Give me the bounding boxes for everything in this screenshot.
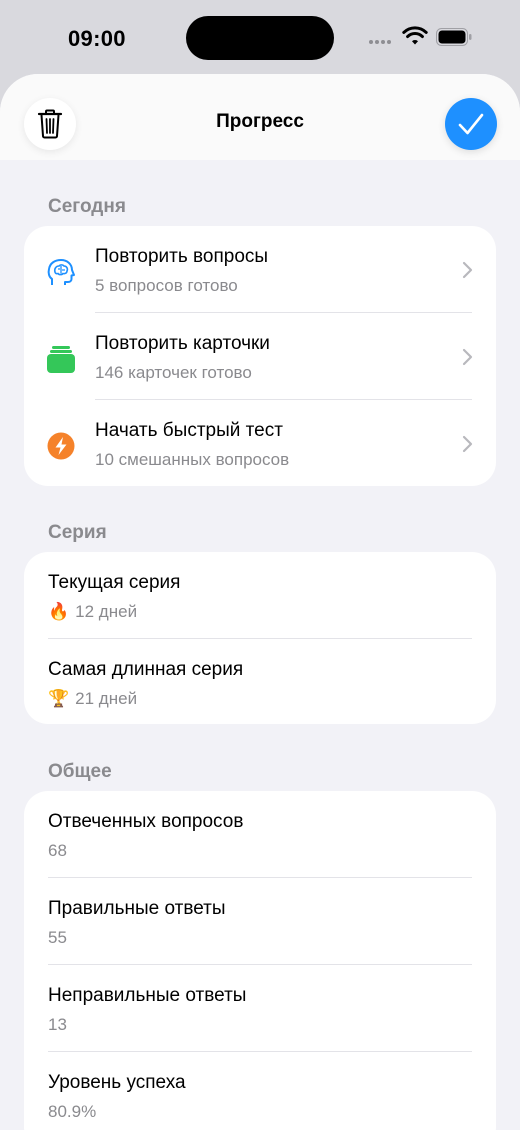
general-card: Отвеченных вопросов 68 Правильные ответы…: [24, 791, 496, 1130]
done-button[interactable]: [445, 98, 497, 150]
progress-sheet: Прогресс Сегодня Повторить вопросы 5 воп…: [0, 74, 520, 1130]
row-value: 🏆 21 дней: [48, 689, 138, 709]
current-streak-row: Текущая серия 🔥 12 дней: [24, 552, 496, 639]
chevron-right-icon: [462, 348, 473, 366]
row-value: 80.9%: [48, 1102, 97, 1121]
incorrect-answers-row: Неправильные ответы 13: [24, 965, 496, 1052]
streak-card: Текущая серия 🔥 12 дней Самая длинная сер…: [24, 552, 496, 724]
row-title: Самая длинная серия: [48, 659, 244, 680]
row-value: 13: [48, 1015, 67, 1034]
page-title: Прогресс: [216, 111, 304, 132]
status-bar: 09:00: [0, 0, 520, 74]
chevron-right-icon: [462, 435, 473, 453]
status-time: 09:00: [68, 26, 126, 51]
row-title: Повторить вопросы: [95, 246, 269, 267]
checkmark-icon: [458, 113, 484, 135]
row-title: Начать быстрый тест: [95, 420, 283, 441]
section-header-streak: Серия: [48, 522, 107, 543]
section-header-today: Сегодня: [48, 196, 126, 217]
row-title: Повторить карточки: [95, 333, 270, 354]
row-subtitle: 10 смешанных вопросов: [95, 450, 290, 469]
brain-head-icon: [47, 259, 75, 285]
row-title: Уровень успеха: [48, 1072, 186, 1093]
review-cards-row[interactable]: Повторить карточки 146 карточек готово: [24, 313, 496, 400]
review-questions-row[interactable]: Повторить вопросы 5 вопросов готово: [24, 226, 496, 313]
row-title: Текущая серия: [48, 572, 181, 593]
today-card: Повторить вопросы 5 вопросов готово Повт…: [24, 226, 496, 486]
row-title: Правильные ответы: [48, 898, 226, 919]
row-value: 🔥 12 дней: [48, 602, 138, 622]
chevron-right-icon: [462, 261, 473, 279]
row-title: Отвеченных вопросов: [48, 811, 244, 832]
row-value: 55: [48, 928, 67, 947]
dynamic-island: [186, 16, 334, 60]
fire-icon: 🔥: [48, 602, 70, 622]
row-subtitle: 146 карточек готово: [95, 363, 252, 382]
row-subtitle: 5 вопросов готово: [95, 276, 238, 295]
bolt-icon: [47, 432, 75, 460]
row-title: Неправильные ответы: [48, 985, 247, 1006]
section-header-general: Общее: [48, 761, 112, 782]
cellular-signal-icon: [369, 40, 391, 44]
answered-questions-row: Отвеченных вопросов 68: [24, 791, 496, 878]
row-value: 68: [48, 841, 67, 860]
trophy-icon: 🏆: [48, 689, 70, 709]
wifi-icon: [402, 26, 428, 45]
success-rate-row: Уровень успеха 80.9%: [24, 1052, 496, 1130]
nav-bar: Прогресс: [0, 74, 520, 160]
correct-answers-row: Правильные ответы 55: [24, 878, 496, 965]
cards-stack-icon: [47, 346, 75, 373]
quick-test-row[interactable]: Начать быстрый тест 10 смешанных вопросо…: [24, 400, 496, 486]
battery-icon: [436, 28, 472, 46]
longest-streak-row: Самая длинная серия 🏆 21 дней: [24, 639, 496, 724]
